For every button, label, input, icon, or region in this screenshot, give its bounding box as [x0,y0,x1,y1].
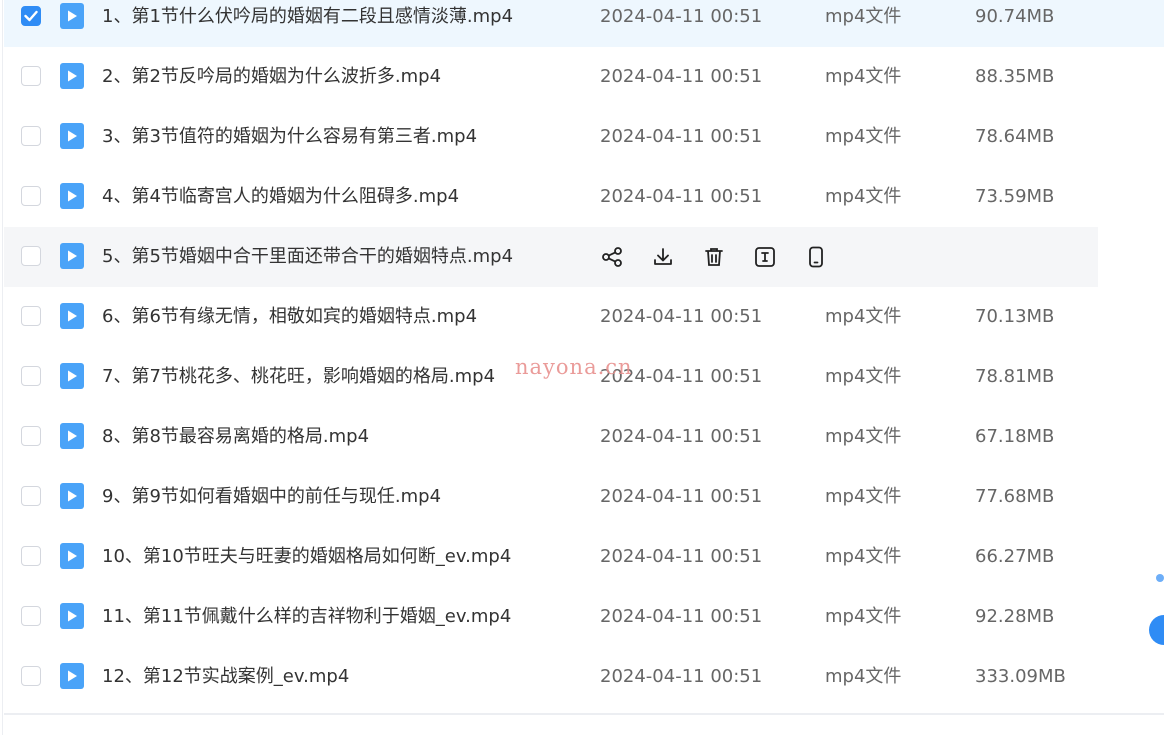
side-indicator-dot [1156,574,1164,582]
file-name[interactable]: 11、第11节佩戴什么样的吉祥物利于婚姻_ev.mp4 [102,587,511,647]
file-type: mp4文件 [825,126,902,147]
file-date: 2024-04-11 00:51 [600,66,763,87]
file-size: 70.13MB [975,306,1055,327]
file-date: 2024-04-11 00:51 [600,126,763,147]
video-file-icon [60,303,84,329]
file-type: mp4文件 [825,426,902,447]
row-checkbox[interactable] [21,486,41,506]
share-icon[interactable] [600,245,624,269]
row-checkbox[interactable] [21,426,41,446]
delete-icon[interactable] [702,245,726,269]
video-file-icon [60,363,84,389]
rename-icon[interactable] [753,245,777,269]
row-checkbox[interactable] [21,666,41,686]
file-row[interactable]: 4、第4节临寄宫人的婚姻为什么阻碍多.mp4 2024-04-11 00:51 mp… [4,167,1164,227]
file-size: 90.74MB [975,6,1055,27]
file-size: 78.64MB [975,126,1055,147]
row-checkbox[interactable] [21,66,41,86]
video-file-icon [60,663,84,689]
video-file-icon [60,423,84,449]
file-row[interactable]: 6、第6节有缘无情，相敬如宾的婚姻特点.mp4 2024-04-11 00:51 m… [4,287,1164,347]
video-file-icon [60,243,84,269]
download-icon[interactable] [651,245,675,269]
file-date: 2024-04-11 00:51 [600,606,763,627]
file-type: mp4文件 [825,306,902,327]
video-file-icon [60,543,84,569]
file-name[interactable]: 2、第2节反吟局的婚姻为什么波折多.mp4 [102,47,441,107]
list-bottom-divider [4,713,1164,715]
left-border [2,0,3,735]
video-file-icon [60,63,84,89]
file-row[interactable]: 3、第3节值符的婚姻为什么容易有第三者.mp4 2024-04-11 00:51 m… [4,107,1164,167]
file-size: 92.28MB [975,606,1055,627]
file-row[interactable]: 8、第8节最容易离婚的格局.mp4 2024-04-11 00:51 mp4文件 67… [4,407,1164,467]
row-checkbox[interactable] [21,606,41,626]
file-name[interactable]: 9、第9节如何看婚姻中的前任与现任.mp4 [102,467,441,527]
file-name[interactable]: 1、第1节什么伏吟局的婚姻有二段且感情淡薄.mp4 [102,0,513,47]
file-name[interactable]: 7、第7节桃花多、桃花旺，影响婚姻的格局.mp4 [102,347,495,407]
row-checkbox[interactable] [21,126,41,146]
file-date: 2024-04-11 00:51 [600,306,763,327]
file-type: mp4文件 [825,66,902,87]
video-file-icon [60,603,84,629]
file-name[interactable]: 12、第12节实战案例_ev.mp4 [102,647,349,707]
file-type: mp4文件 [825,666,902,687]
video-file-icon [60,3,84,29]
video-file-icon [60,483,84,509]
row-checkbox[interactable] [21,366,41,386]
file-date: 2024-04-11 00:51 [600,426,763,447]
file-type: mp4文件 [825,6,902,27]
file-row[interactable]: 10、第10节旺夫与旺妻的婚姻格局如何断_ev.mp4 2024-04-11 00… [4,527,1164,587]
file-size: 78.81MB [975,366,1055,387]
file-row[interactable]: 2、第2节反吟局的婚姻为什么波折多.mp4 2024-04-11 00:51 mp4… [4,47,1164,107]
file-date: 2024-04-11 00:51 [600,546,763,567]
phone-icon[interactable] [804,245,828,269]
video-file-icon [60,123,84,149]
file-list: 1、第1节什么伏吟局的婚姻有二段且感情淡薄.mp4 2024-04-11 00:5… [4,0,1164,707]
file-row[interactable]: 1、第1节什么伏吟局的婚姻有二段且感情淡薄.mp4 2024-04-11 00:5… [4,0,1164,47]
row-checkbox[interactable] [21,306,41,326]
file-row[interactable]: 9、第9节如何看婚姻中的前任与现任.mp4 2024-04-11 00:51 mp4… [4,467,1164,527]
watermark: nayona.cn [515,355,633,379]
file-size: 73.59MB [975,186,1055,207]
row-checkbox[interactable] [21,186,41,206]
file-size: 333.09MB [975,666,1066,687]
file-size: 88.35MB [975,66,1055,87]
row-checkbox[interactable] [21,6,41,26]
file-name[interactable]: 10、第10节旺夫与旺妻的婚姻格局如何断_ev.mp4 [102,527,511,587]
video-file-icon [60,183,84,209]
file-row[interactable]: 11、第11节佩戴什么样的吉祥物利于婚姻_ev.mp4 2024-04-11 00… [4,587,1164,647]
file-type: mp4文件 [825,546,902,567]
file-name[interactable]: 6、第6节有缘无情，相敬如宾的婚姻特点.mp4 [102,287,477,347]
file-size: 67.18MB [975,426,1055,447]
file-size: 66.27MB [975,546,1055,567]
file-type: mp4文件 [825,366,902,387]
row-checkbox[interactable] [21,246,41,266]
file-name[interactable]: 5、第5节婚姻中合干里面还带合干的婚姻特点.mp4 [102,227,513,287]
file-date: 2024-04-11 00:51 [600,486,763,507]
file-date: 2024-04-11 00:51 [600,6,763,27]
row-checkbox[interactable] [21,546,41,566]
file-date: 2024-04-11 00:51 [600,186,763,207]
file-row[interactable]: 12、第12节实战案例_ev.mp4 2024-04-11 00:51 mp4文件 3… [4,647,1164,707]
file-name[interactable]: 3、第3节值符的婚姻为什么容易有第三者.mp4 [102,107,477,167]
file-size: 77.68MB [975,486,1055,507]
file-type: mp4文件 [825,486,902,507]
file-name[interactable]: 4、第4节临寄宫人的婚姻为什么阻碍多.mp4 [102,167,459,227]
file-date: 2024-04-11 00:51 [600,666,763,687]
file-type: mp4文件 [825,606,902,627]
file-row[interactable]: 5、第5节婚姻中合干里面还带合干的婚姻特点.mp4 [4,227,1098,287]
file-name[interactable]: 8、第8节最容易离婚的格局.mp4 [102,407,369,467]
file-type: mp4文件 [825,186,902,207]
